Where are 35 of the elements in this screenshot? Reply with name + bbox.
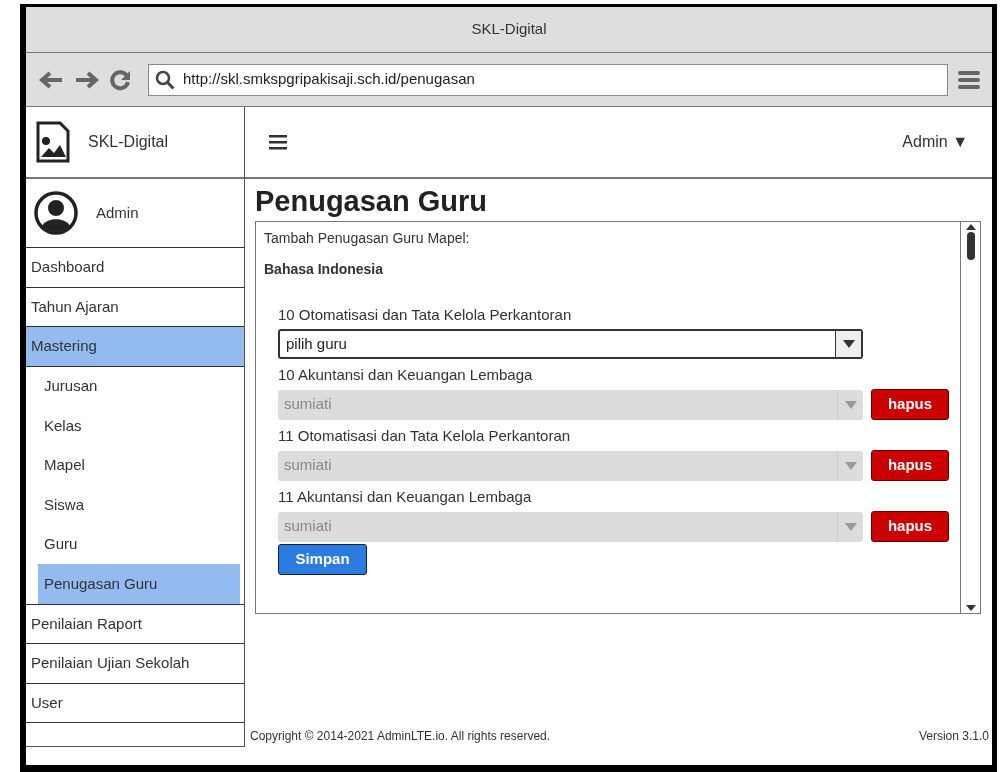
sidebar-item[interactable]: Mastering — [26, 326, 244, 366]
user-menu[interactable]: Admin ▼ — [902, 130, 968, 154]
forward-icon[interactable] — [74, 69, 100, 90]
scroll-up-icon[interactable] — [965, 224, 976, 230]
field-label: 10 Akuntansi dan Keuangan Lembaga — [278, 365, 534, 385]
search-icon — [155, 69, 175, 90]
dropdown: sumiati — [278, 450, 863, 481]
caret-icon — [844, 461, 857, 470]
address-field[interactable]: http://skl.smkspgripakisaji.sch.id/penugasan — [148, 63, 948, 96]
dropdown[interactable]: pilih guru — [278, 329, 863, 359]
window-title: SKL-Digital — [471, 19, 547, 40]
brand-name: SKL-Digital — [88, 132, 169, 152]
menu-icon[interactable] — [269, 134, 287, 150]
caret-icon — [842, 340, 855, 348]
save-button[interactable]: Simpan — [278, 544, 367, 575]
version-text: Version 3.1.0 — [918, 728, 989, 745]
field-label: 11 Akuntansi dan Keuangan Lembaga — [278, 487, 533, 507]
copyright-text: Copyright © 2014-2021 AdminLTE.io. All rights reserved. — [250, 728, 551, 745]
caret-icon — [844, 522, 857, 531]
reload-icon[interactable] — [110, 68, 132, 91]
intro-text: Tambah Penugasan Guru Mapel: — [264, 229, 471, 248]
scroll-down-icon[interactable] — [965, 605, 976, 611]
page-title: Penugasan Guru — [255, 184, 489, 219]
user-name: Admin — [96, 202, 139, 223]
back-icon[interactable] — [38, 69, 64, 90]
avatar-icon — [34, 191, 78, 235]
scroll-thumb[interactable] — [966, 232, 975, 260]
subject-name: Bahasa Indonesia — [264, 260, 385, 279]
dropdown: sumiati — [278, 389, 863, 420]
field-label: 11 Otomatisasi dan Tata Kelola Perkantoran — [278, 426, 572, 446]
dropdown: sumiati — [278, 511, 863, 542]
sidebar-subitem[interactable]: Penugasan Guru — [38, 564, 240, 604]
image-icon — [36, 121, 70, 163]
caret-icon — [844, 400, 857, 409]
field-label: 10 Otomatisasi dan Tata Kelola Perkantoran — [278, 305, 573, 325]
